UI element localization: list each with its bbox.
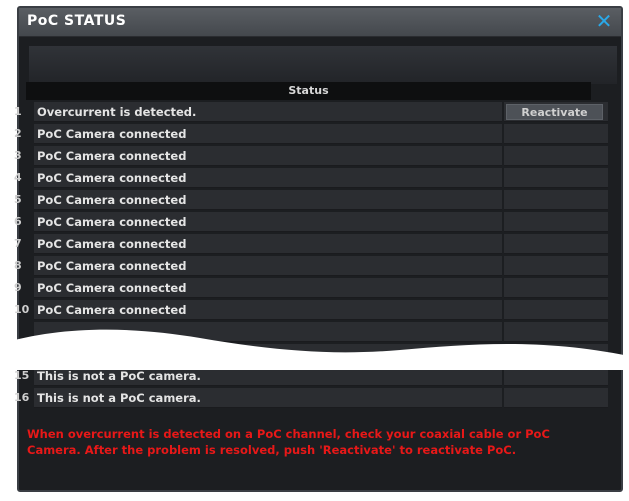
action-cell — [504, 146, 608, 166]
channel-status: PoC Camera connected — [34, 146, 502, 166]
omitted-rows-break — [0, 329, 629, 370]
channel-number: 10 — [14, 303, 30, 316]
table-row: 9 PoC Camera connected — [12, 278, 610, 298]
channel-number: 9 — [14, 281, 22, 294]
channel-number: 6 — [14, 215, 22, 228]
action-cell — [504, 234, 608, 254]
channel-number: 3 — [14, 149, 22, 162]
channel-number: 7 — [14, 237, 22, 250]
warning-line-1: When overcurrent is detected on a PoC ch… — [27, 427, 550, 441]
title-bar: PoC STATUS ✕ — [19, 8, 621, 37]
action-cell — [504, 212, 608, 232]
action-cell — [504, 300, 608, 320]
table-row: 5 PoC Camera connected — [12, 190, 610, 210]
channel-number: 2 — [14, 127, 22, 140]
action-cell — [504, 388, 608, 408]
channel-status: PoC Camera connected — [34, 300, 502, 320]
action-cell: Reactivate — [504, 102, 608, 122]
table-row: 8 PoC Camera connected — [12, 256, 610, 276]
channel-number: 1 — [14, 105, 22, 118]
channel-status: This is not a PoC camera. — [34, 388, 502, 408]
channel-status: PoC Camera connected — [34, 212, 502, 232]
status-column-header: Status — [26, 82, 591, 100]
channel-number: 5 — [14, 193, 22, 206]
overcurrent-warning: When overcurrent is detected on a PoC ch… — [27, 426, 617, 458]
close-icon[interactable]: ✕ — [593, 10, 615, 32]
toolbar-area — [29, 46, 617, 84]
table-row: 16 This is not a PoC camera. — [12, 388, 610, 408]
action-cell — [504, 256, 608, 276]
table-row: 4 PoC Camera connected — [12, 168, 610, 188]
channel-number: 4 — [14, 171, 22, 184]
table-row: 1 Overcurrent is detected. Reactivate — [12, 102, 610, 122]
action-cell — [504, 124, 608, 144]
channel-status: PoC Camera connected — [34, 190, 502, 210]
table-row: 3 PoC Camera connected — [12, 146, 610, 166]
channel-status: PoC Camera connected — [34, 256, 502, 276]
action-cell — [504, 168, 608, 188]
table-row: 7 PoC Camera connected — [12, 234, 610, 254]
channel-status: Overcurrent is detected. — [34, 102, 502, 122]
channel-status: PoC Camera connected — [34, 278, 502, 298]
table-row: 6 PoC Camera connected — [12, 212, 610, 232]
warning-line-2: Camera. After the problem is resolved, p… — [27, 443, 517, 457]
channel-number: 16 — [14, 391, 30, 404]
action-cell — [504, 278, 608, 298]
table-row: 10 PoC Camera connected — [12, 300, 610, 320]
channel-status: PoC Camera connected — [34, 234, 502, 254]
channel-status: PoC Camera connected — [34, 168, 502, 188]
reactivate-button[interactable]: Reactivate — [506, 104, 603, 120]
table-row: 2 PoC Camera connected — [12, 124, 610, 144]
action-cell — [504, 190, 608, 210]
channel-status: PoC Camera connected — [34, 124, 502, 144]
dialog-title: PoC STATUS — [27, 13, 127, 29]
channel-number: 8 — [14, 259, 22, 272]
